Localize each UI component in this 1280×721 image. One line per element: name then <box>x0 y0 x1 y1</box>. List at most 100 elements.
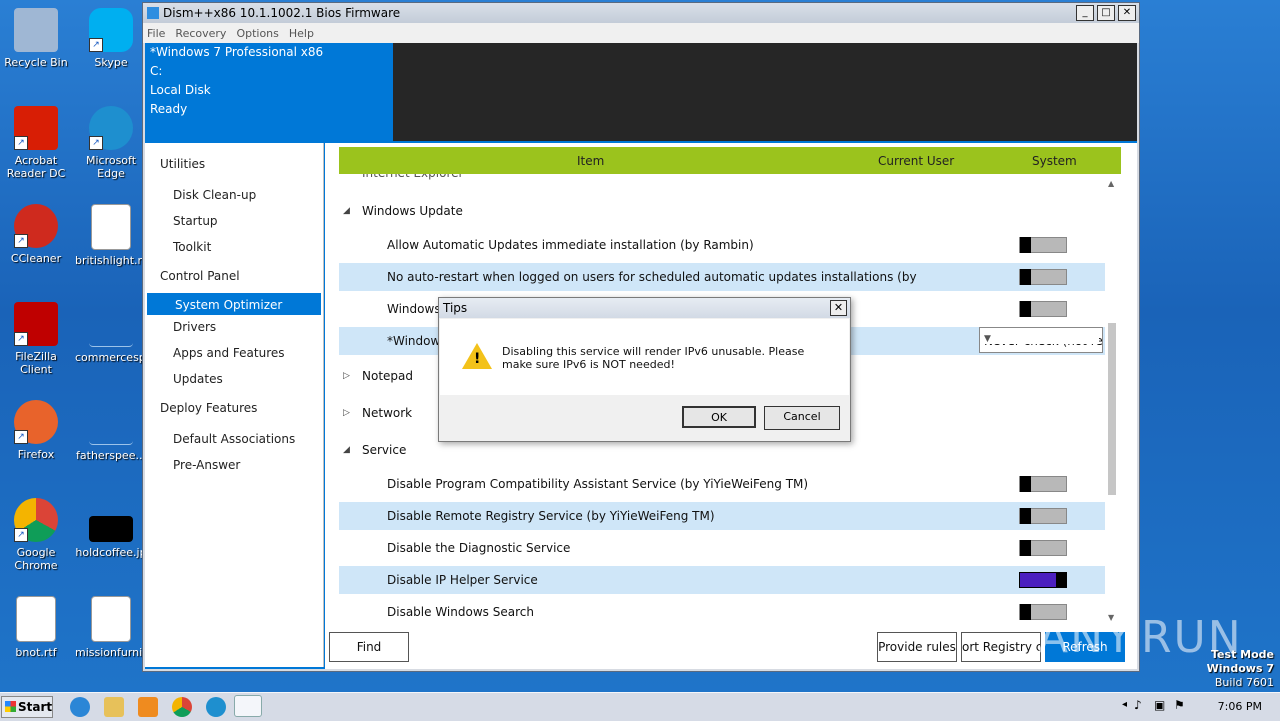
start-button[interactable]: Start <box>1 696 53 718</box>
sidebar-item-apps-features[interactable]: Apps and Features <box>145 341 323 367</box>
dialog-message: Disabling this service will render IPv6 … <box>502 345 805 371</box>
word-document-icon[interactable]: britishlight.rtf <box>75 204 150 267</box>
network-icon[interactable]: ▣ <box>1154 698 1165 712</box>
dialog-title-bar[interactable]: Tips ✕ <box>439 298 850 318</box>
bottom-toolbar: Find Provide rules ort Registry co Refre… <box>325 627 1137 669</box>
acrobat-reader-icon[interactable]: ↗ Acrobat Reader DC <box>0 106 72 180</box>
media-player-icon[interactable] <box>138 697 158 717</box>
toggle-switch[interactable] <box>1019 540 1067 556</box>
column-current-user[interactable]: Current User <box>878 154 954 168</box>
action-center-flag-icon[interactable]: ⚑ <box>1174 698 1185 712</box>
sidebar-item-system-optimizer[interactable]: System Optimizer <box>147 293 321 315</box>
chevron-down-icon: ▼ <box>984 334 1099 344</box>
word-document-icon[interactable]: missionfurni... <box>75 596 153 659</box>
menu-recovery[interactable]: Recovery <box>175 27 226 40</box>
ccleaner-icon[interactable]: ↗ CCleaner <box>0 204 72 265</box>
collapse-arrow-icon: ◢ <box>343 206 350 216</box>
table-row[interactable]: Disable Program Compatibility Assistant … <box>339 470 1105 498</box>
dialog-body: ! Disabling this service will render IPv… <box>440 319 849 395</box>
table-row[interactable]: Disable IP Helper Service <box>339 566 1105 594</box>
file-icon[interactable]: commercesp... <box>75 302 156 364</box>
sidebar-item-startup[interactable]: Startup <box>145 209 323 235</box>
taskbar: Start ◂ ♪ ▣ ⚑ 7:06 PM <box>0 692 1280 721</box>
title-bar[interactable]: Dism++x86 10.1.1002.1 Bios Firmware _ □ … <box>143 3 1139 23</box>
ok-button[interactable]: OK <box>682 406 756 428</box>
filezilla-icon[interactable]: ↗ FileZilla Client <box>0 302 72 376</box>
expand-arrow-icon: ▷ <box>343 408 350 418</box>
expand-arrow-icon: ▷ <box>343 371 350 381</box>
cancel-button[interactable]: Cancel <box>764 406 840 430</box>
scrollbar-thumb[interactable] <box>1108 323 1116 495</box>
system-tray: ◂ ♪ ▣ ⚑ 7:06 PM <box>1122 693 1280 721</box>
header-panel <box>393 43 1137 141</box>
ip-helper-toggle[interactable] <box>1019 572 1067 588</box>
file-icon[interactable]: fatherspee... <box>75 400 147 462</box>
recycle-bin-icon[interactable]: Recycle Bin <box>0 8 72 69</box>
tips-dialog: Tips ✕ ! Disabling this service will ren… <box>438 297 851 442</box>
windows-logo-icon <box>5 701 16 712</box>
file-explorer-icon[interactable] <box>104 697 124 717</box>
menu-bar: File Recovery Options Help <box>143 23 1139 43</box>
column-system[interactable]: System <box>1032 154 1077 168</box>
menu-file[interactable]: File <box>147 27 165 40</box>
toggle-switch[interactable] <box>1019 301 1067 317</box>
toggle-switch[interactable] <box>1019 508 1067 524</box>
vertical-scrollbar[interactable]: ▲ ▼ <box>1105 177 1119 625</box>
toggle-switch[interactable] <box>1019 237 1067 253</box>
menu-options[interactable]: Options <box>236 27 278 40</box>
sidebar-item-pre-answer[interactable]: Pre-Answer <box>145 453 323 479</box>
table-row[interactable]: Disable Remote Registry Service (by YiYi… <box>339 502 1105 530</box>
chrome-icon[interactable] <box>172 697 192 717</box>
table-row[interactable]: Allow Automatic Updates immediate instal… <box>339 231 1105 259</box>
test-mode-label: Test Mode Windows 7 Build 7601 <box>1206 648 1274 689</box>
firefox-icon[interactable]: ↗ Firefox <box>0 400 72 461</box>
toggle-switch[interactable] <box>1019 476 1067 492</box>
window-title: Dism++x86 10.1.1002.1 Bios Firmware <box>163 6 401 20</box>
edge-icon[interactable] <box>206 697 226 717</box>
drive-letter: C: <box>150 64 163 78</box>
table-header: Item Current User System <box>339 147 1121 174</box>
collapse-arrow-icon: ◢ <box>343 445 350 455</box>
table-row[interactable]: No auto-restart when logged on users for… <box>339 263 1105 291</box>
sidebar-item-drivers[interactable]: Drivers <box>145 315 323 341</box>
table-row[interactable]: Disable Windows Search <box>339 598 1105 626</box>
close-button[interactable]: ✕ <box>1118 5 1136 21</box>
app-icon <box>147 7 159 19</box>
export-registry-button[interactable]: ort Registry co <box>961 632 1041 662</box>
image-file-icon[interactable]: holdcoffee.jp <box>75 498 147 559</box>
drive-type: Local Disk <box>150 83 211 97</box>
volume-icon[interactable]: ♪ <box>1134 698 1142 712</box>
toggle-switch[interactable] <box>1019 269 1067 285</box>
sidebar-item-updates[interactable]: Updates <box>145 367 323 393</box>
scroll-up-icon[interactable]: ▲ <box>1108 179 1114 188</box>
sidebar-section-deploy-features: Deploy Features <box>160 401 258 415</box>
dism-taskbar-icon[interactable] <box>234 695 262 717</box>
provide-rules-button[interactable]: Provide rules <box>877 632 957 662</box>
find-button[interactable]: Find <box>329 632 409 662</box>
maximize-button[interactable]: □ <box>1097 5 1115 21</box>
chrome-icon[interactable]: ↗ Google Chrome <box>0 498 72 572</box>
show-hidden-icons-icon[interactable]: ◂ <box>1122 699 1127 710</box>
exclamation-mark-icon: ! <box>474 351 481 367</box>
table-row[interactable]: Disable the Diagnostic Service <box>339 534 1105 562</box>
os-name: *Windows 7 Professional x86 <box>150 45 324 59</box>
dialog-title: Tips <box>443 301 468 315</box>
image-info-panel[interactable]: *Windows 7 Professional x86 C: Local Dis… <box>145 43 393 141</box>
microsoft-edge-icon[interactable]: ↗ Microsoft Edge <box>75 106 147 180</box>
dialog-close-button[interactable]: ✕ <box>830 300 847 316</box>
sidebar-item-disk-cleanup[interactable]: Disk Clean-up <box>145 183 323 209</box>
sidebar-item-toolkit[interactable]: Toolkit <box>145 235 323 261</box>
minimize-button[interactable]: _ <box>1076 5 1094 21</box>
sidebar: Utilities Disk Clean-up Startup Toolkit … <box>145 143 324 667</box>
status-text: Ready <box>150 102 188 116</box>
menu-help[interactable]: Help <box>289 27 314 40</box>
word-document-icon[interactable]: bnot.rtf <box>0 596 72 659</box>
sidebar-section-utilities: Utilities <box>160 157 206 171</box>
update-check-select[interactable]: Never check (not re▼ <box>979 327 1103 353</box>
clock[interactable]: 7:06 PM <box>1218 700 1262 713</box>
column-item[interactable]: Item <box>577 154 604 168</box>
sidebar-item-default-associations[interactable]: Default Associations <box>145 427 323 453</box>
internet-explorer-icon[interactable] <box>70 697 90 717</box>
sidebar-section-control-panel: Control Panel <box>160 269 240 283</box>
skype-icon[interactable]: ↗ Skype <box>75 8 147 69</box>
